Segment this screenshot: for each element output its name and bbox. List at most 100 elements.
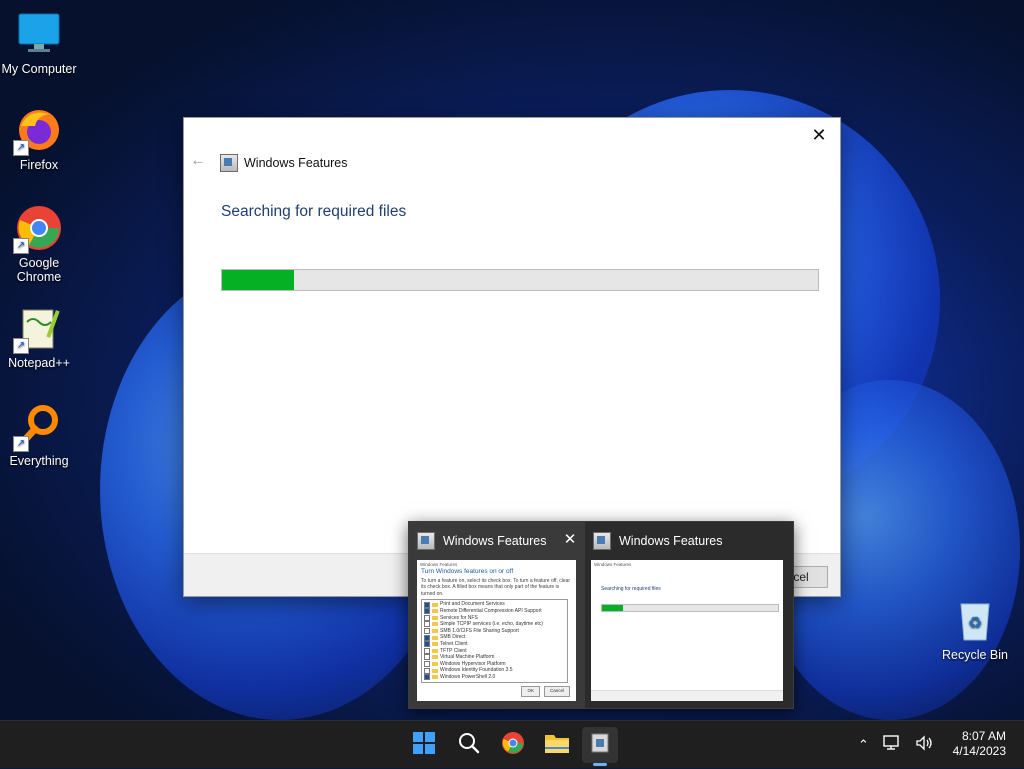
desktop-icon-label: My Computer bbox=[1, 62, 77, 76]
mini-feature-list: Print and Document Services Remote Differ… bbox=[421, 599, 568, 684]
thumbnail-close-button[interactable]: ✕ bbox=[561, 530, 579, 548]
thumbnail-content: Windows Features Searching for required … bbox=[591, 560, 783, 701]
network-icon[interactable] bbox=[883, 734, 901, 756]
mini-progress-fill bbox=[602, 605, 624, 611]
chrome-icon bbox=[501, 731, 525, 760]
taskbar: ⌃ 8:07 AM 4/14/2023 bbox=[0, 720, 1024, 768]
mini-feature-label: Print and Document Services bbox=[440, 601, 505, 608]
taskbar-chrome-button[interactable] bbox=[495, 727, 531, 763]
thumbnail-header: Windows Features bbox=[417, 532, 547, 550]
folder-icon bbox=[432, 675, 438, 680]
chrome-icon: ↗ bbox=[13, 204, 63, 254]
taskbar-file-explorer-button[interactable] bbox=[539, 727, 575, 763]
folder-icon bbox=[432, 648, 438, 653]
back-arrow-icon[interactable]: ← bbox=[190, 152, 206, 170]
close-button[interactable]: ✕ bbox=[806, 122, 832, 148]
thumbnail-title: Windows Features bbox=[619, 534, 723, 548]
mini-feature-label: Windows Identity Foundation 3.5 bbox=[440, 667, 513, 674]
mini-heading: Turn Windows features on or off bbox=[421, 568, 514, 575]
mini-window-title: Windows Features bbox=[594, 562, 632, 567]
thumbnail-window-2[interactable]: Windows Features Windows Features Search… bbox=[585, 522, 793, 708]
mini-feature-row: Print and Document Services bbox=[424, 601, 565, 608]
mini-window-title: Windows Features bbox=[420, 562, 458, 567]
desktop-icon-label: Everything bbox=[9, 454, 69, 468]
windows-features-icon bbox=[590, 732, 610, 759]
mini-cancel-button: Cancel bbox=[543, 686, 570, 697]
desktop-icon-everything[interactable]: ↗ Everything bbox=[0, 402, 78, 468]
mini-feature-label: SMB 1.0/CIFS File Sharing Support bbox=[440, 627, 519, 634]
desktop-icon-recycle-bin[interactable]: ♻ Recycle Bin bbox=[936, 596, 1014, 662]
mini-search-status: Searching for required files bbox=[601, 586, 661, 592]
mini-feature-label: Windows Hypervisor Platform bbox=[440, 660, 506, 667]
monitor-icon bbox=[15, 10, 63, 58]
mini-feature-label: Telnet Client bbox=[440, 640, 468, 647]
clock-date: 4/14/2023 bbox=[952, 744, 1006, 758]
search-icon bbox=[458, 732, 480, 759]
search-status-heading: Searching for required files bbox=[221, 203, 407, 220]
mini-checkbox bbox=[424, 634, 430, 641]
search-button[interactable] bbox=[451, 727, 487, 763]
mini-checkbox bbox=[424, 608, 430, 615]
mini-feature-row: Services for NFS bbox=[424, 615, 565, 622]
windows-features-icon bbox=[593, 532, 611, 550]
folder-icon bbox=[432, 662, 438, 667]
notepadpp-icon: ↗ bbox=[13, 304, 63, 354]
mini-feature-row: SMB 1.0/CIFS File Sharing Support bbox=[424, 628, 565, 635]
mini-checkbox bbox=[424, 674, 430, 681]
mini-checkbox bbox=[424, 647, 430, 654]
folder-icon bbox=[432, 622, 438, 627]
volume-icon[interactable] bbox=[915, 734, 933, 756]
mini-checkbox bbox=[424, 654, 430, 661]
mini-checkbox bbox=[424, 614, 430, 621]
desktop-icon-firefox[interactable]: ↗ Firefox bbox=[0, 106, 78, 172]
shortcut-arrow-icon: ↗ bbox=[13, 338, 29, 354]
desktop-icon-label: Recycle Bin bbox=[942, 648, 1008, 662]
folder-icon bbox=[432, 668, 438, 673]
progress-bar bbox=[221, 269, 819, 291]
svg-text:♻: ♻ bbox=[968, 613, 982, 632]
mini-feature-row: TFTP Client bbox=[424, 648, 565, 655]
mini-progress-bar bbox=[601, 604, 779, 612]
mini-ok-button: OK bbox=[521, 686, 540, 697]
folder-icon bbox=[432, 629, 438, 634]
desktop-icon-label: Google Chrome bbox=[16, 256, 62, 284]
dialog-title: Windows Features bbox=[244, 156, 348, 170]
mini-checkbox bbox=[424, 621, 430, 628]
mini-feature-row: Windows PowerShell 2.0 bbox=[424, 674, 565, 681]
windows-features-icon bbox=[220, 154, 238, 172]
desktop-icon-my-computer[interactable]: My Computer bbox=[0, 10, 78, 76]
clock[interactable]: 8:07 AM 4/14/2023 bbox=[953, 729, 1006, 759]
mini-feature-row: Remote Differential Compression API Supp… bbox=[424, 608, 565, 615]
folder-icon bbox=[432, 615, 438, 620]
mini-description: To turn a feature on, select its check b… bbox=[421, 577, 571, 597]
clock-time: 8:07 AM bbox=[961, 729, 1006, 743]
mini-feature-label: Windows PowerShell 2.0 bbox=[440, 673, 496, 680]
taskbar-preview-popup: Windows Features ✕ Windows Features Turn… bbox=[408, 521, 794, 709]
desktop-icon-label: Notepad++ bbox=[8, 356, 70, 370]
mini-feature-row: Windows Identity Foundation 3.5 bbox=[424, 667, 565, 674]
recycle-bin-icon: ♻ bbox=[951, 596, 999, 644]
folder-icon bbox=[432, 655, 438, 660]
mini-checkbox bbox=[424, 667, 430, 674]
mini-feature-row: SMB Direct bbox=[424, 634, 565, 641]
desktop-icon-notepadpp[interactable]: ↗ Notepad++ bbox=[0, 304, 78, 370]
thumbnail-window-1[interactable]: Windows Features ✕ Windows Features Turn… bbox=[409, 522, 585, 708]
desktop-icon-label: Firefox bbox=[19, 158, 59, 172]
folder-icon bbox=[432, 642, 438, 647]
active-app-indicator bbox=[593, 763, 607, 766]
progress-bar-fill bbox=[222, 270, 294, 290]
everything-icon: ↗ bbox=[13, 402, 63, 452]
mini-checkbox bbox=[424, 641, 430, 648]
thumbnail-header: Windows Features bbox=[593, 532, 723, 550]
mini-feature-label: TFTP Client bbox=[440, 647, 467, 654]
start-button[interactable] bbox=[406, 727, 442, 763]
desktop-icon-chrome[interactable]: ↗ Google Chrome bbox=[0, 204, 78, 284]
taskbar-windows-features-button[interactable] bbox=[582, 727, 618, 763]
windows-features-icon bbox=[417, 532, 435, 550]
mini-feature-label: Remote Differential Compression API Supp… bbox=[440, 607, 542, 614]
chevron-up-icon[interactable]: ⌃ bbox=[858, 737, 869, 753]
mini-feature-row: Telnet Client bbox=[424, 641, 565, 648]
thumbnail-content: Windows Features Turn Windows features o… bbox=[417, 560, 576, 701]
mini-checkbox bbox=[424, 601, 430, 608]
folder-icon bbox=[432, 602, 438, 607]
